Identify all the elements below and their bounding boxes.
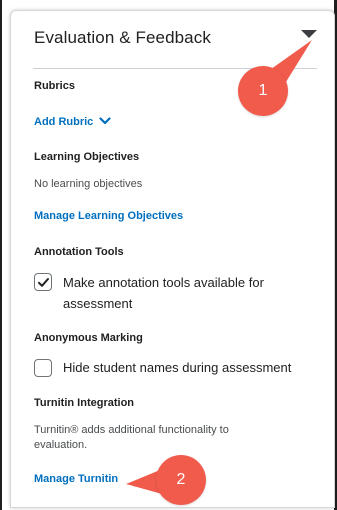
callout-pointers: [126, 40, 312, 494]
callout-1-number: 1: [258, 82, 268, 99]
callout-2: 2: [156, 455, 206, 505]
callout-2-number: 2: [176, 471, 186, 488]
callout-1: 1: [238, 66, 288, 116]
